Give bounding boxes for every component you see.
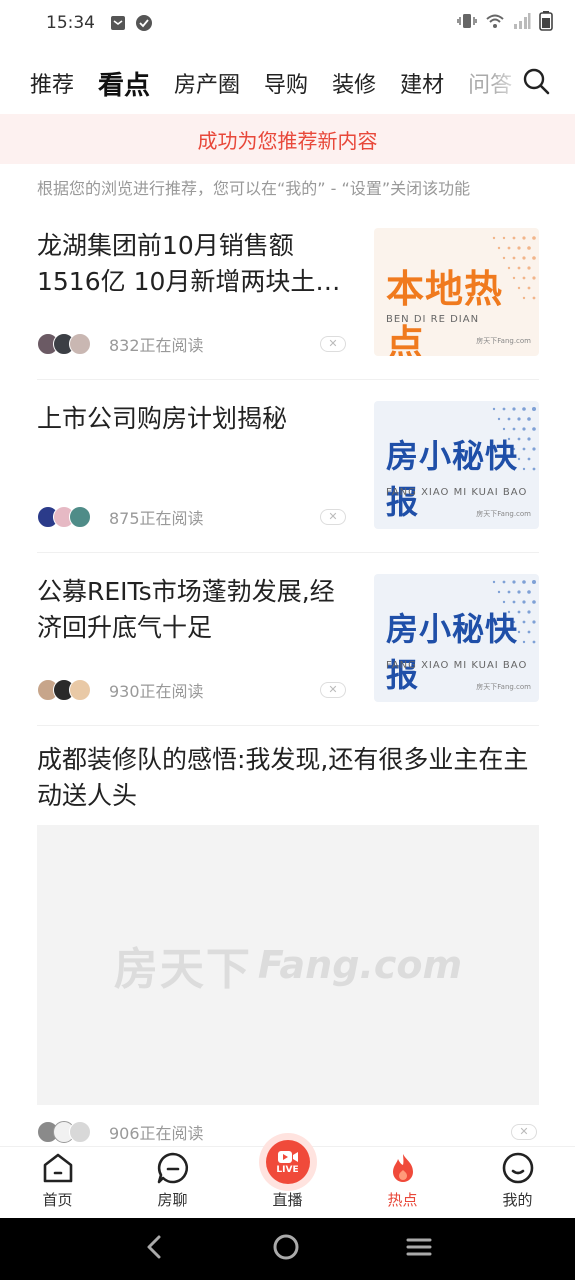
- dismiss-button[interactable]: ✕: [511, 1124, 537, 1140]
- nav-home[interactable]: 首页: [0, 1147, 115, 1218]
- feed-item-thumbnail: 房小秘快报 FANG XIAO MI KUAI BAO 房天下Fang.com: [374, 401, 539, 529]
- live-button[interactable]: LIVE: [258, 1133, 317, 1191]
- search-icon[interactable]: [521, 66, 551, 96]
- feed-item[interactable]: 上市公司购房计划揭秘 房小秘快报 FANG XIAO MI KUAI BAO 房…: [37, 401, 539, 553]
- nav-hot[interactable]: 热点: [345, 1147, 460, 1218]
- banner-text: 成功为您推荐新内容: [197, 128, 378, 153]
- battery-icon: [539, 11, 553, 35]
- watermark-text: Fang.com: [257, 943, 463, 987]
- flame-icon: [386, 1151, 420, 1185]
- chat-icon: [156, 1151, 190, 1185]
- bottom-navigation: 首页 房聊 LIVE 直播 热点 我的: [0, 1133, 575, 1218]
- feed-item-meta: 875正在阅读: [37, 505, 204, 529]
- nav-label: 我的: [502, 1191, 533, 1209]
- feed-item[interactable]: 龙湖集团前10月销售额1516亿 10月新增两块土… 本地热点 BEN DI R…: [37, 228, 539, 380]
- feed-item-thumbnail: 房小秘快报 FANG XIAO MI KUAI BAO 房天下Fang.com: [374, 574, 539, 702]
- nav-live[interactable]: LIVE 直播: [230, 1133, 345, 1218]
- nav-label: 房聊: [157, 1191, 188, 1209]
- thumb-subtitle: FANG XIAO MI KUAI BAO: [386, 660, 528, 671]
- thumb-brand: 房天下Fang.com: [476, 337, 531, 345]
- reader-avatars: [37, 1121, 91, 1143]
- category-tabs: 推荐 看点 房产圈 导购 装修 建材 问答: [0, 55, 575, 111]
- nav-label: 热点: [387, 1191, 418, 1209]
- recents-icon[interactable]: [405, 1233, 433, 1265]
- avatar: [69, 506, 91, 528]
- reader-avatars: [37, 333, 91, 355]
- feed-item-meta: 930正在阅读: [37, 678, 204, 702]
- tab-decoration[interactable]: 装修: [332, 67, 376, 99]
- feed-item-title: 成都装修队的感悟:我发现,还有很多业主在主动送人头: [37, 745, 529, 810]
- home-icon: [41, 1151, 75, 1185]
- profile-icon: [501, 1151, 535, 1185]
- live-badge: LIVE: [276, 1164, 299, 1175]
- feed-item-image[interactable]: 房天下 Fang.com: [37, 825, 539, 1105]
- message-icon: [109, 14, 127, 32]
- nav-chat[interactable]: 房聊: [115, 1147, 230, 1218]
- feed-item-title: 公募REITs市场蓬勃发展,经济回升底气十足: [37, 577, 335, 642]
- nav-profile[interactable]: 我的: [460, 1147, 575, 1218]
- reading-count: 906正在阅读: [109, 1124, 204, 1143]
- feed-item-thumbnail: 本地热点 BEN DI RE DIAN 房天下Fang.com: [374, 228, 539, 356]
- reading-count: 875正在阅读: [109, 509, 204, 528]
- avatar: [69, 333, 91, 355]
- tab-building-materials[interactable]: 建材: [400, 67, 444, 99]
- feed-item-title: 上市公司购房计划揭秘: [37, 404, 288, 433]
- thumb-subtitle: FANG XIAO MI KUAI BAO: [386, 487, 528, 498]
- dismiss-button[interactable]: ✕: [320, 336, 346, 352]
- status-time: 15:34: [46, 13, 95, 33]
- feed-item[interactable]: 公募REITs市场蓬勃发展,经济回升底气十足 房小秘快报 FANG XIAO M…: [37, 574, 539, 726]
- tab-recommend[interactable]: 推荐: [30, 67, 74, 99]
- system-navigation-bar: [0, 1218, 575, 1280]
- avatar: [69, 679, 91, 701]
- thumb-brand: 房天下Fang.com: [476, 510, 531, 518]
- signal-icon: [513, 12, 531, 34]
- reader-avatars: [37, 506, 91, 528]
- tab-property-circle[interactable]: 房产圈: [174, 67, 240, 99]
- nav-label: 首页: [42, 1191, 73, 1209]
- wifi-icon: [485, 12, 505, 34]
- feed-item-meta: 906正在阅读: [37, 1120, 204, 1144]
- refresh-banner: 成功为您推荐新内容: [0, 114, 575, 164]
- recommendation-hint: 根据您的浏览进行推荐，您可以在“我的” - “设置”关闭该功能: [37, 179, 471, 198]
- thumb-brand: 房天下Fang.com: [476, 683, 531, 691]
- dismiss-button[interactable]: ✕: [320, 682, 346, 698]
- check-circle-icon: [135, 14, 153, 32]
- thumb-subtitle: BEN DI RE DIAN: [386, 314, 480, 325]
- back-icon[interactable]: [143, 1233, 167, 1265]
- avatar: [69, 1121, 91, 1143]
- home-circle-icon[interactable]: [272, 1233, 300, 1265]
- reader-avatars: [37, 679, 91, 701]
- feed-item-meta: 832正在阅读: [37, 332, 204, 356]
- dismiss-button[interactable]: ✕: [320, 509, 346, 525]
- reading-count: 832正在阅读: [109, 336, 204, 355]
- watermark-text: 房天下: [113, 944, 252, 995]
- status-bar: 15:34: [0, 0, 575, 46]
- nav-label: 直播: [272, 1191, 303, 1209]
- feed-item-title: 龙湖集团前10月销售额1516亿 10月新增两块土…: [37, 231, 341, 296]
- tab-kandian[interactable]: 看点: [98, 65, 150, 102]
- tab-shopping-guide[interactable]: 导购: [264, 67, 308, 99]
- reading-count: 930正在阅读: [109, 682, 204, 701]
- live-icon: LIVE: [265, 1140, 310, 1184]
- vibrate-icon: [457, 12, 477, 34]
